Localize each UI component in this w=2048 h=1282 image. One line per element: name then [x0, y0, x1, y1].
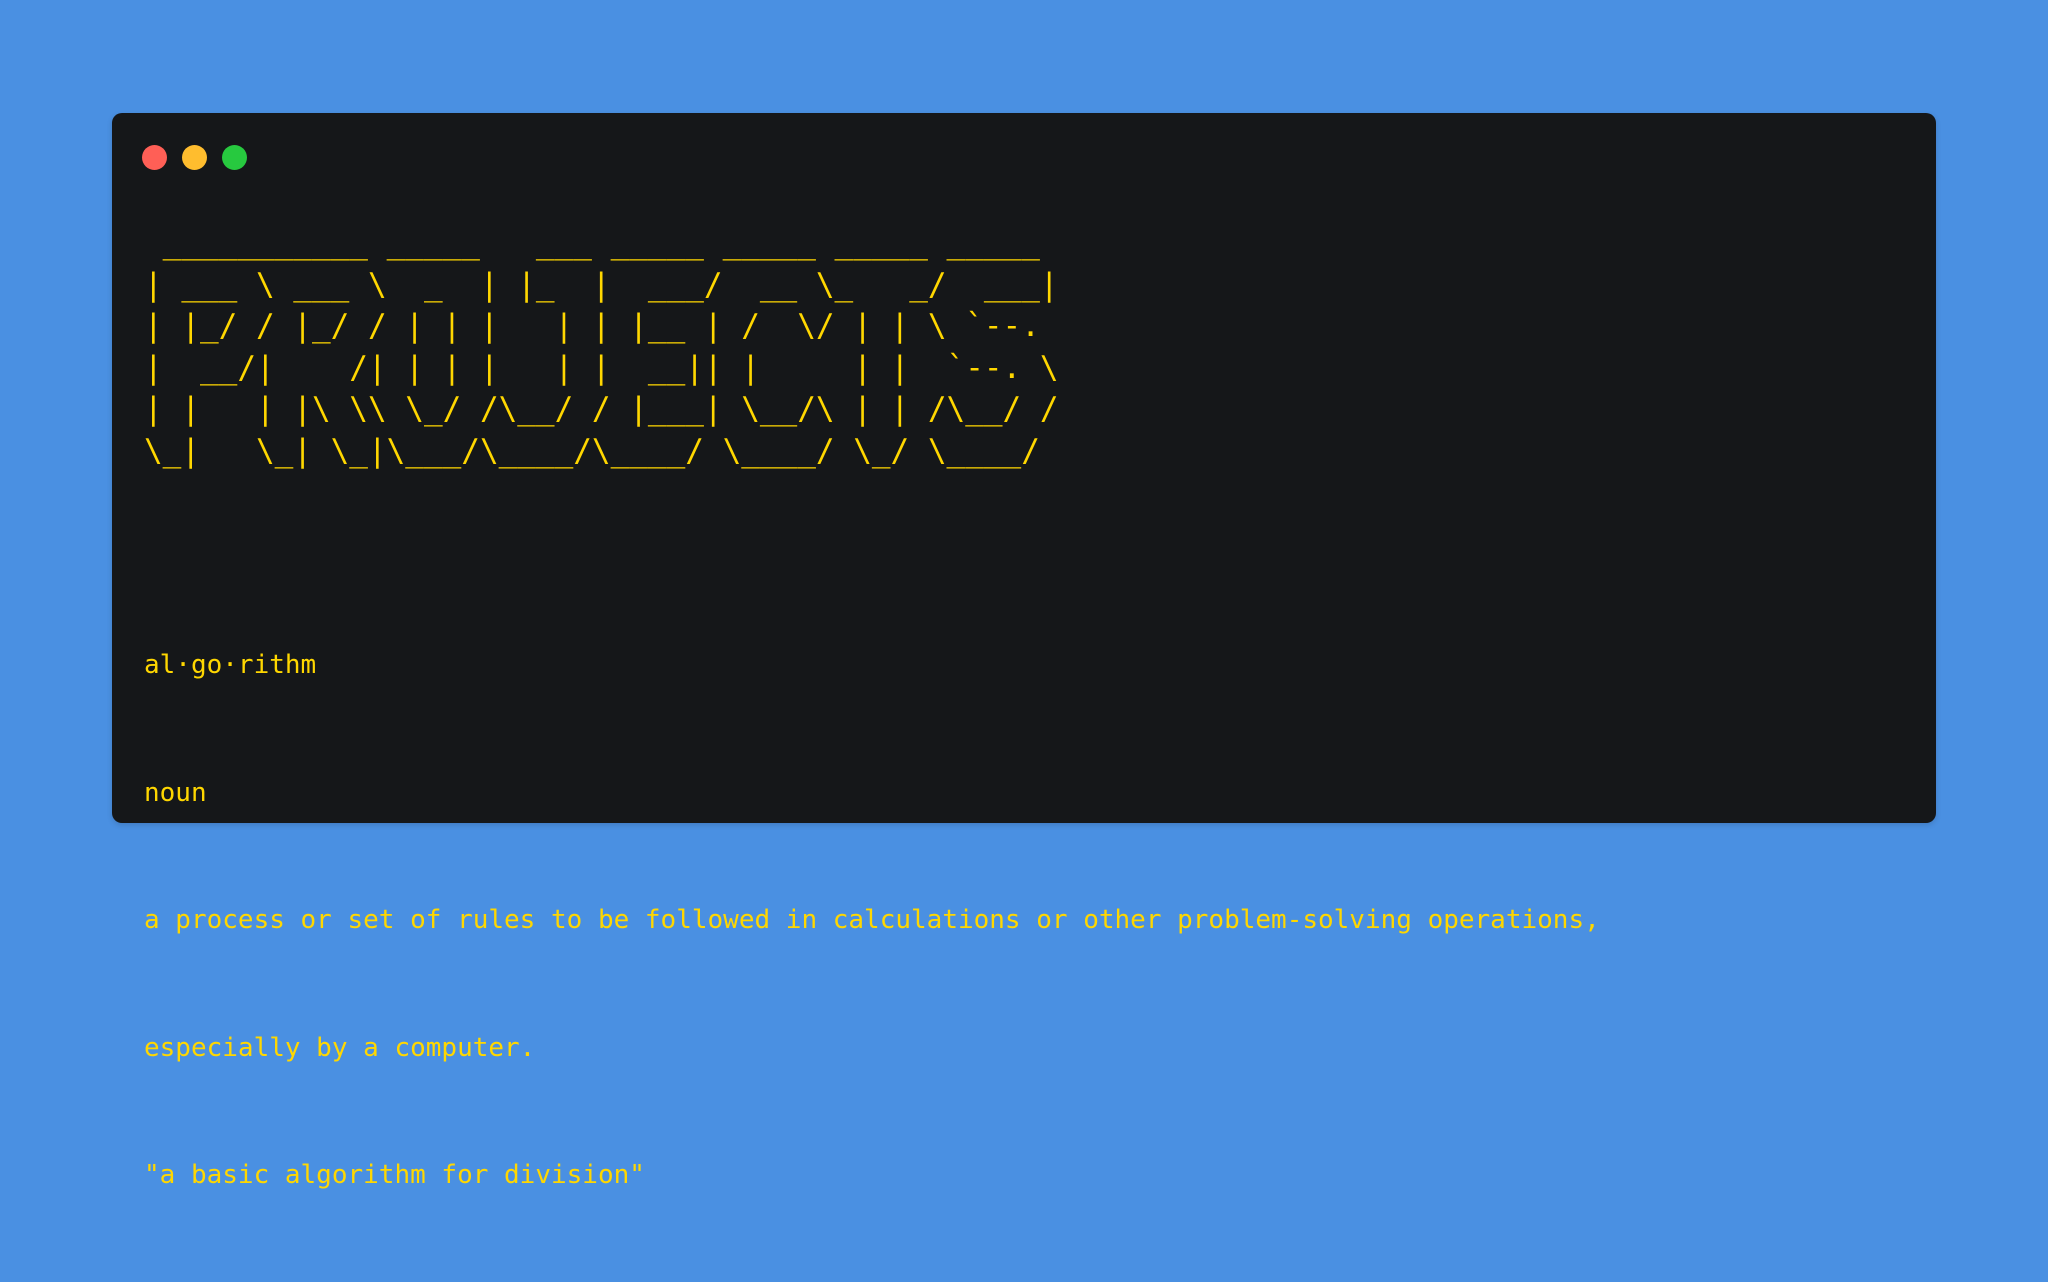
definition-block: al·go·rithm noun a process or set of rul… — [144, 559, 1600, 1282]
ascii-line: \_| \_| \_|\___/\____/\____/ \____/ \_/ … — [144, 432, 1059, 469]
window-controls — [142, 145, 247, 170]
maximize-window-icon[interactable] — [222, 145, 247, 170]
minimize-window-icon[interactable] — [182, 145, 207, 170]
ascii-line: ___________ _____ ___ _____ _____ _____ … — [144, 225, 1059, 261]
ascii-line: | |_/ / |_/ / | | | | | |__ | / \/ | | \… — [144, 308, 1059, 344]
ascii-line: | ___ \ ___ \ _ | |_ | ___/ __ \_ _/ ___… — [144, 266, 1059, 303]
ascii-line: | __/| /| | | | | | __|| | | | `--. \ — [144, 349, 1059, 386]
ascii-art-banner: ___________ _____ ___ _____ _____ _____ … — [144, 223, 1059, 472]
terminal-window: ___________ _____ ___ _____ _____ _____ … — [112, 113, 1936, 1190]
definition-meaning-line2: especially by a computer. — [144, 1032, 536, 1063]
close-window-icon[interactable] — [142, 145, 167, 170]
ascii-line: | | | |\ \\ \_/ /\__/ / |___| \__/\ | | … — [144, 391, 1059, 427]
definition-meaning-line1: a process or set of rules to be followed… — [144, 905, 1600, 935]
definition-word: al·go·rithm — [144, 650, 317, 680]
definition-example: "a basic algorithm for division" — [144, 1160, 645, 1190]
definition-part-of-speech: noun — [144, 777, 207, 808]
